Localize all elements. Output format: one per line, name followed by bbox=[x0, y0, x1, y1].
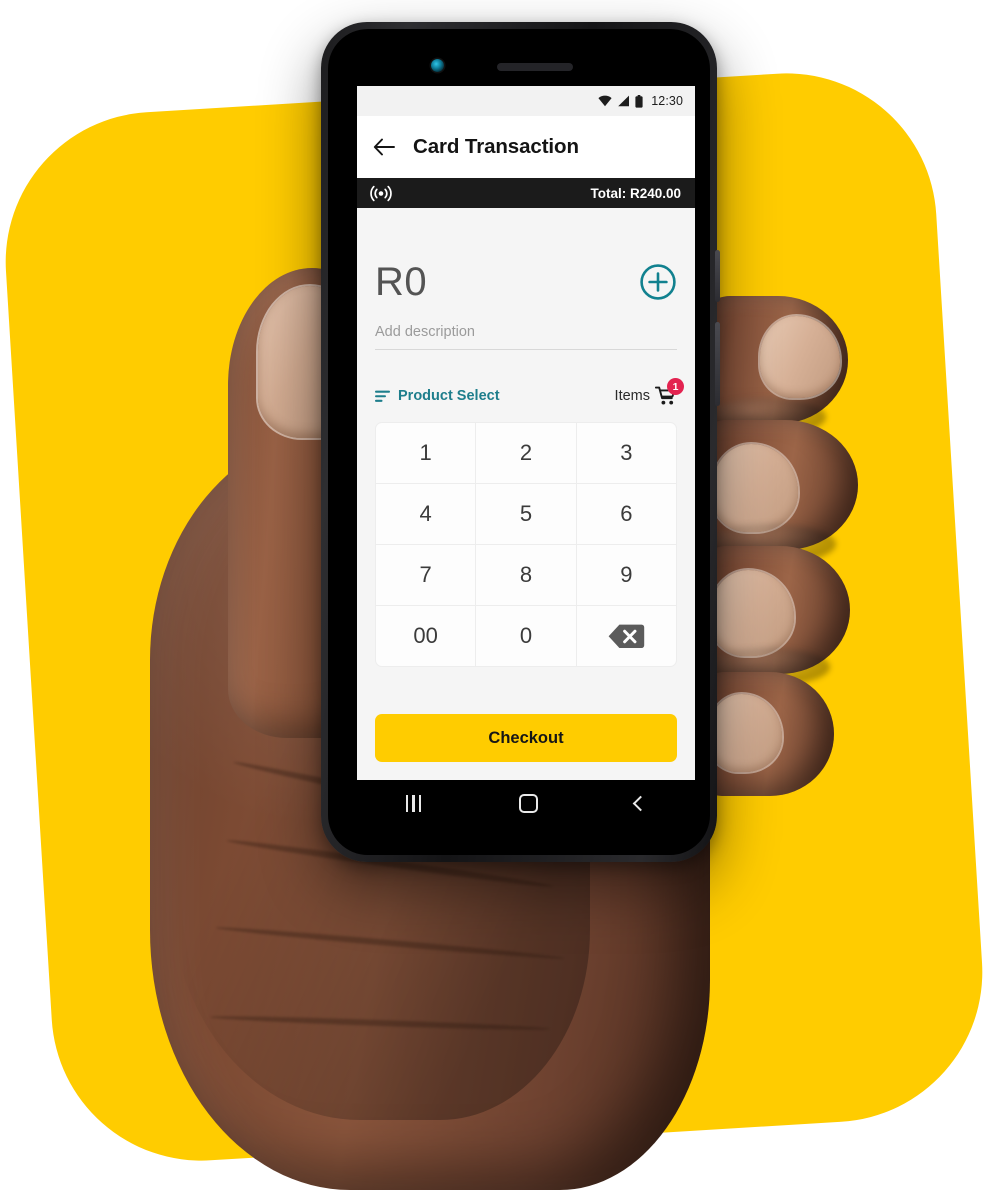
numeric-keypad: 1 2 3 4 5 6 7 8 9 00 0 bbox=[375, 422, 677, 667]
amount-row: R0 bbox=[375, 262, 677, 302]
phone-screen: 12:30 Card Transaction Total: R240.00 R0… bbox=[357, 86, 695, 826]
status-bar-time: 12:30 bbox=[651, 94, 683, 108]
product-select-button[interactable]: Product Select bbox=[375, 388, 500, 404]
contactless-nfc-icon bbox=[370, 185, 392, 201]
arrow-left-icon[interactable] bbox=[373, 138, 395, 156]
keypad-key-0[interactable]: 0 bbox=[476, 606, 576, 666]
product-select-label: Product Select bbox=[398, 388, 500, 404]
android-nav-bar bbox=[357, 780, 695, 826]
battery-icon bbox=[635, 94, 643, 108]
phone-volume-button[interactable] bbox=[715, 322, 720, 406]
phone-bezel: 12:30 Card Transaction Total: R240.00 R0… bbox=[328, 29, 710, 855]
keypad-key-2[interactable]: 2 bbox=[476, 423, 576, 483]
wifi-icon bbox=[598, 95, 612, 107]
phone-power-button[interactable] bbox=[715, 250, 720, 302]
front-camera-icon bbox=[431, 59, 444, 72]
checkout-button[interactable]: Checkout bbox=[375, 714, 677, 762]
transaction-total: Total: R240.00 bbox=[590, 185, 681, 201]
home-icon[interactable] bbox=[518, 793, 538, 813]
amount-display: R0 bbox=[375, 260, 428, 304]
items-label: Items bbox=[614, 388, 650, 404]
cart-count-badge: 1 bbox=[667, 378, 684, 395]
recents-icon[interactable] bbox=[405, 794, 422, 812]
keypad-key-6[interactable]: 6 bbox=[576, 484, 676, 544]
phone-device: 12:30 Card Transaction Total: R240.00 R0… bbox=[321, 22, 720, 862]
items-cart-button[interactable]: Items 1 bbox=[614, 378, 684, 406]
app-bar: Card Transaction bbox=[357, 116, 695, 178]
keypad-key-9[interactable]: 9 bbox=[576, 545, 676, 605]
keypad-key-1[interactable]: 1 bbox=[376, 423, 476, 483]
sort-list-icon bbox=[375, 390, 390, 402]
cellular-signal-icon bbox=[618, 95, 630, 107]
keypad-key-8[interactable]: 8 bbox=[476, 545, 576, 605]
status-bar: 12:30 bbox=[357, 86, 695, 116]
description-input[interactable]: Add description bbox=[375, 324, 677, 350]
plus-circle-icon[interactable] bbox=[639, 263, 677, 301]
keypad-key-5[interactable]: 5 bbox=[476, 484, 576, 544]
screen-body: R0 Add description Product Select Items … bbox=[357, 208, 695, 780]
keypad-key-backspace[interactable] bbox=[576, 606, 676, 666]
checkout-area: Checkout bbox=[375, 667, 677, 780]
product-select-row: Product Select Items 1 bbox=[375, 378, 684, 406]
keypad-key-00[interactable]: 00 bbox=[376, 606, 476, 666]
back-icon[interactable] bbox=[632, 795, 649, 811]
keypad-key-4[interactable]: 4 bbox=[376, 484, 476, 544]
scene-stage: 12:30 Card Transaction Total: R240.00 R0… bbox=[0, 0, 1000, 1195]
page-title: Card Transaction bbox=[413, 135, 579, 158]
earpiece-speaker-icon bbox=[497, 63, 573, 71]
keypad-key-3[interactable]: 3 bbox=[576, 423, 676, 483]
backspace-delete-icon bbox=[608, 624, 645, 648]
keypad-key-7[interactable]: 7 bbox=[376, 545, 476, 605]
nfc-total-bar: Total: R240.00 bbox=[357, 178, 695, 208]
